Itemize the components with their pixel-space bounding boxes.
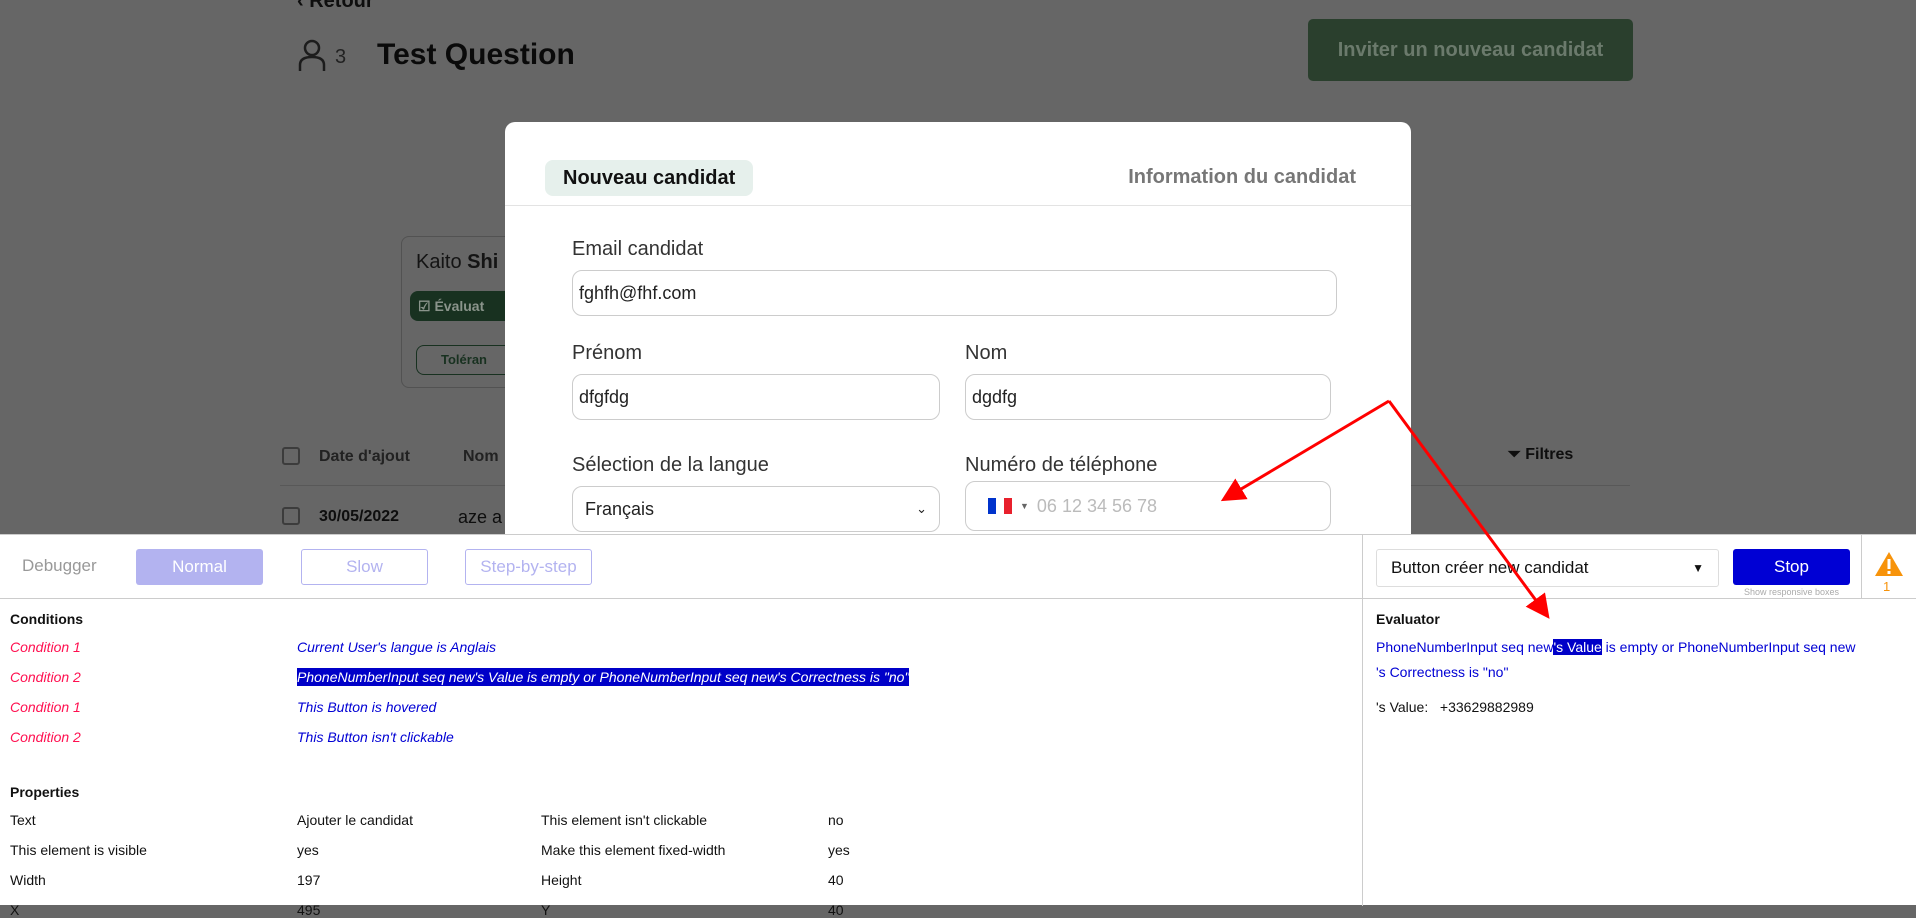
column-name[interactable]: Nom — [463, 448, 499, 466]
phone-input[interactable]: ▼ 06 12 34 56 78 — [965, 481, 1331, 531]
evaluator-expression: PhoneNumberInput seq new's Value is empt… — [1376, 639, 1856, 680]
user-icon — [298, 39, 326, 71]
condition-label: Condition 2 — [10, 669, 81, 685]
invite-candidate-button[interactable]: Inviter un nouveau candidat — [1308, 19, 1633, 81]
email-input[interactable] — [572, 270, 1337, 316]
select-all-checkbox[interactable] — [282, 447, 300, 465]
property-name: Height — [541, 872, 582, 888]
phone-placeholder: 06 12 34 56 78 — [1036, 495, 1158, 516]
property-value: 40 — [828, 902, 844, 918]
column-date[interactable]: Date d'ajout — [319, 448, 410, 466]
row-name: aze a — [458, 507, 503, 527]
back-label: Retour — [309, 0, 374, 12]
property-value: yes — [828, 842, 850, 858]
phone-label: Numéro de téléphone — [965, 454, 1158, 476]
card-badge-label: Évaluat — [434, 298, 485, 314]
warning-icon[interactable] — [1874, 551, 1904, 577]
language-value: Français — [585, 498, 655, 519]
tab-candidate-info[interactable]: Information du candidat — [1128, 166, 1356, 189]
property-name: This element isn't clickable — [541, 812, 708, 828]
new-candidate-modal: Nouveau candidat Information du candidat… — [505, 122, 1411, 562]
caret-down-icon: ▼ — [1692, 561, 1704, 575]
property-name: Width — [10, 872, 46, 888]
mode-slow-button[interactable]: Slow — [301, 549, 428, 585]
condition-expression[interactable]: This Button isn't clickable — [297, 728, 454, 746]
property-name: Text — [10, 812, 36, 828]
responsive-boxes-toggle[interactable]: Show responsive boxes — [1735, 587, 1848, 597]
evaluated-value: 's Value: +33629882989 — [1376, 699, 1534, 715]
card-last-name: Shi — [467, 251, 499, 273]
warning-count: 1 — [1883, 579, 1891, 594]
property-value: 495 — [297, 902, 321, 918]
divider — [505, 205, 1411, 206]
card-name: Kaito Shi — [416, 251, 498, 274]
condition-label: Condition 1 — [10, 699, 81, 715]
filters-label: Filtres — [1525, 446, 1574, 463]
mode-normal-button[interactable]: Normal — [136, 549, 263, 585]
filters-button[interactable]: ⏷ Filtres — [1508, 446, 1573, 464]
property-name: X — [10, 902, 20, 918]
selected-expression[interactable]: 's Value — [1553, 639, 1602, 655]
debugger-label: Debugger — [22, 556, 97, 575]
back-link[interactable]: ‹ Retour — [297, 0, 374, 13]
debugger-panel: Debugger Normal Slow Step-by-step Button… — [0, 534, 1916, 918]
property-name: Make this element fixed-width — [541, 842, 726, 858]
lastname-label: Nom — [965, 342, 1008, 364]
row-date: 30/05/2022 — [319, 508, 400, 525]
property-value: Ajouter le candidat — [297, 812, 413, 828]
page-title: Test Question — [377, 38, 575, 71]
tab-new-candidate[interactable]: Nouveau candidat — [545, 160, 754, 196]
lastname-input[interactable] — [965, 374, 1331, 420]
email-label: Email candidat — [572, 238, 704, 260]
evaluator-title: Evaluator — [1376, 611, 1440, 627]
filter-icon: ⏷ — [1508, 446, 1521, 463]
properties-title: Properties — [10, 784, 80, 800]
property-name: Y — [541, 902, 551, 918]
condition-expression[interactable]: PhoneNumberInput seq new's Value is empt… — [297, 668, 910, 686]
candidate-count: 3 — [335, 46, 347, 68]
chevron-down-icon: ⌄ — [916, 501, 927, 516]
condition-label: Condition 2 — [10, 729, 81, 745]
element-select-value: Button créer new candidat — [1391, 558, 1589, 577]
condition-expression[interactable]: Current User's langue is Anglais — [297, 638, 496, 656]
mode-step-button[interactable]: Step-by-step — [465, 549, 592, 585]
property-name: This element is visible — [10, 842, 147, 858]
element-select[interactable]: Button créer new candidat ▼ — [1376, 549, 1719, 587]
card-first-name: Kaito — [416, 251, 462, 273]
flag-france-icon[interactable] — [988, 498, 1012, 514]
property-value: 197 — [297, 872, 321, 888]
condition-label: Condition 1 — [10, 639, 81, 655]
property-value: no — [828, 812, 844, 828]
property-value: yes — [297, 842, 319, 858]
row-checkbox[interactable] — [282, 507, 300, 525]
firstname-input[interactable] — [572, 374, 940, 420]
card-tag: Toléran — [416, 345, 506, 375]
stop-button[interactable]: Stop — [1733, 549, 1850, 585]
condition-expression[interactable]: This Button is hovered — [297, 698, 436, 716]
divider — [1861, 535, 1862, 599]
country-dropdown-icon[interactable]: ▼ — [1020, 501, 1029, 511]
card-status-badge: ☑ Évaluat — [410, 291, 506, 321]
firstname-label: Prénom — [572, 342, 643, 364]
property-value: 40 — [828, 872, 844, 888]
conditions-title: Conditions — [10, 611, 84, 627]
divider — [1362, 599, 1363, 906]
divider — [1362, 535, 1363, 599]
checkbox-icon: ☑ — [418, 298, 431, 314]
language-label: Sélection de la langue — [572, 454, 769, 476]
language-select[interactable]: Français ⌄ — [572, 486, 940, 532]
debugger-toolbar: Debugger Normal Slow Step-by-step Button… — [0, 535, 1916, 599]
